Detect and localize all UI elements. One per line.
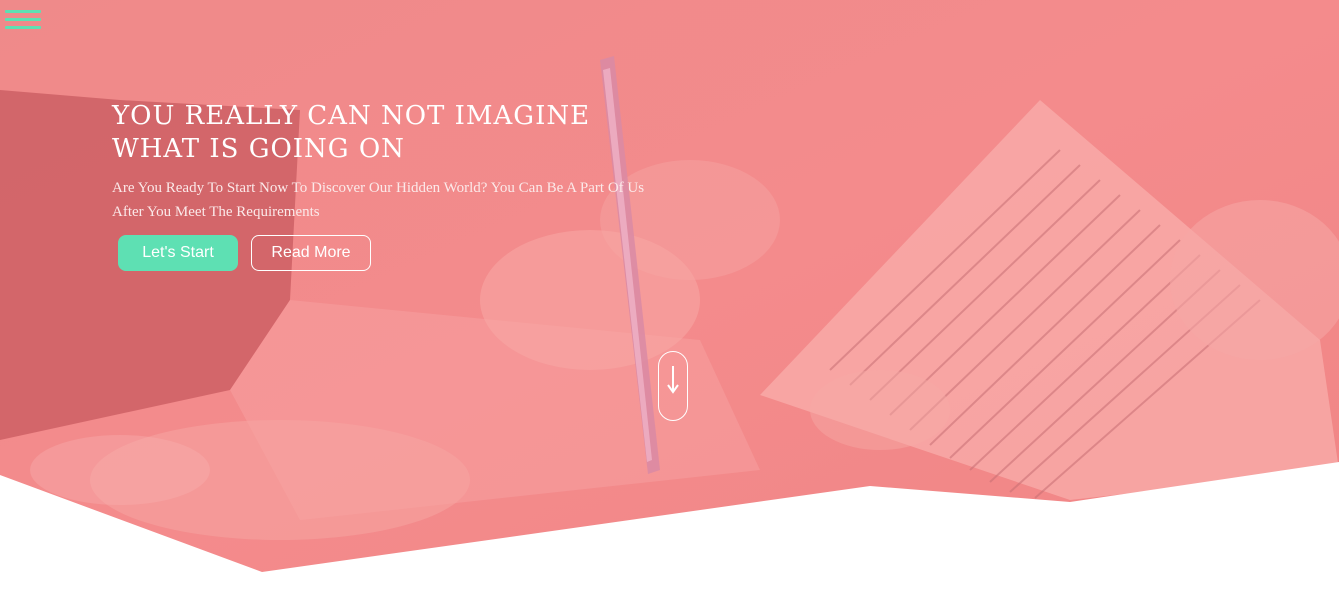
menu-toggle-button[interactable] xyxy=(5,10,41,32)
hero-title: YOU REALLY CAN NOT IMAGINE WHAT IS GOING… xyxy=(112,101,591,164)
hamburger-icon-line-bottom xyxy=(5,26,41,29)
hero-content: YOU REALLY CAN NOT IMAGINE WHAT IS GOING… xyxy=(112,100,672,224)
hamburger-icon-line-top xyxy=(5,10,41,13)
read-more-button[interactable]: Read More xyxy=(251,235,371,271)
lets-start-button[interactable]: Let's Start xyxy=(118,235,238,271)
arrow-down-icon xyxy=(667,366,679,394)
hero-background-image xyxy=(0,0,1339,602)
hero-subtitle: Are You Ready To Start Now To Discover O… xyxy=(112,180,645,220)
hamburger-icon-line-middle xyxy=(5,18,41,21)
hero-section: YOU REALLY CAN NOT IMAGINE WHAT IS GOING… xyxy=(0,0,1339,602)
scroll-down-button[interactable] xyxy=(658,351,688,421)
